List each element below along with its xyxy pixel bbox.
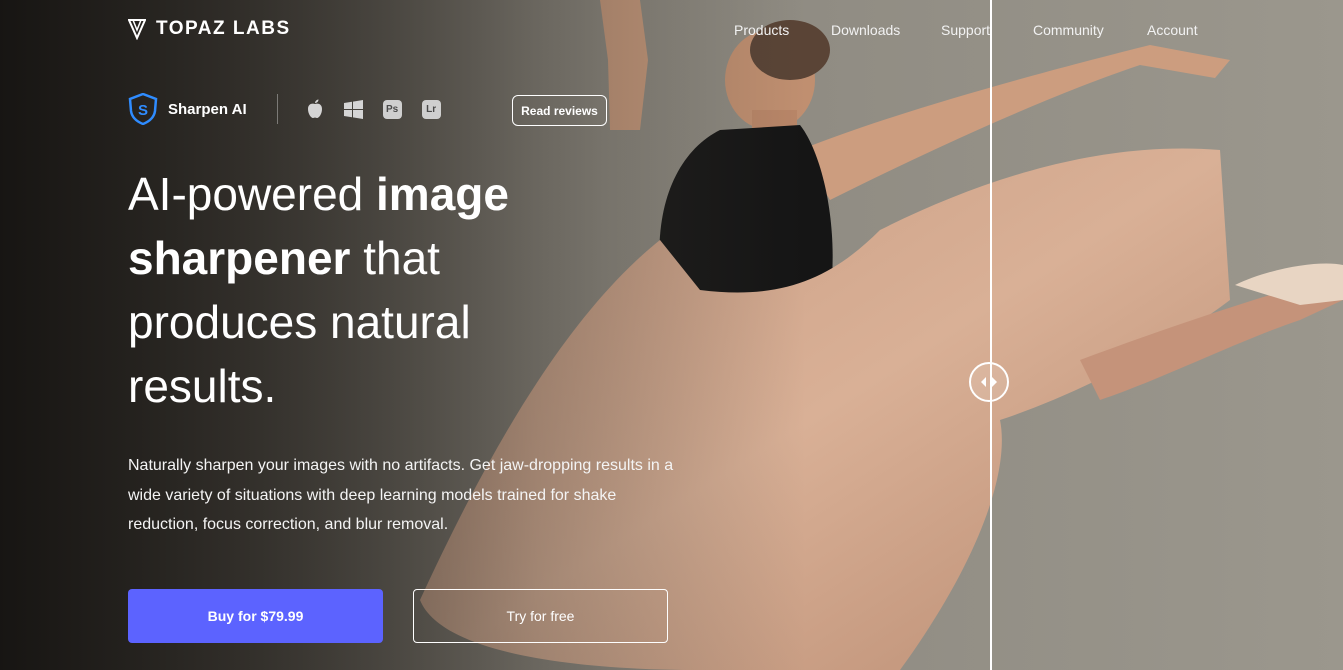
apple-icon bbox=[307, 99, 322, 118]
comparison-slider-handle[interactable] bbox=[969, 362, 1009, 402]
nav-support[interactable]: Support bbox=[941, 22, 990, 38]
nav-downloads[interactable]: Downloads bbox=[831, 22, 900, 38]
svg-text:S: S bbox=[138, 102, 148, 119]
product-name: Sharpen AI bbox=[168, 100, 247, 118]
headline-text: AI-powered bbox=[128, 168, 377, 220]
platform-icons: Ps Lr bbox=[306, 99, 441, 119]
hero-description: Naturally sharpen your images with no ar… bbox=[128, 457, 674, 533]
buy-button[interactable]: Buy for $79.99 bbox=[128, 589, 383, 643]
try-free-button[interactable]: Try for free bbox=[413, 589, 668, 643]
comparison-slider-line[interactable] bbox=[990, 0, 992, 670]
hero-headline: AI-powered image sharpener that produces… bbox=[128, 162, 598, 418]
nav-community[interactable]: Community bbox=[1033, 22, 1104, 38]
windows-icon bbox=[343, 99, 363, 119]
nav-account[interactable]: Account bbox=[1147, 22, 1198, 38]
product-bar: S Sharpen AI Ps Lr bbox=[128, 93, 441, 125]
left-right-arrows-icon bbox=[981, 377, 997, 387]
read-reviews-button[interactable]: Read reviews bbox=[512, 95, 607, 126]
divider bbox=[276, 94, 278, 124]
nav-products[interactable]: Products bbox=[734, 22, 789, 38]
main-navigation: Products Downloads Support Community Acc… bbox=[0, 22, 1343, 42]
sharpen-ai-shield-icon: S bbox=[128, 93, 158, 125]
photoshop-plugin-icon: Ps bbox=[382, 99, 402, 119]
lightroom-plugin-icon: Lr bbox=[421, 99, 441, 119]
